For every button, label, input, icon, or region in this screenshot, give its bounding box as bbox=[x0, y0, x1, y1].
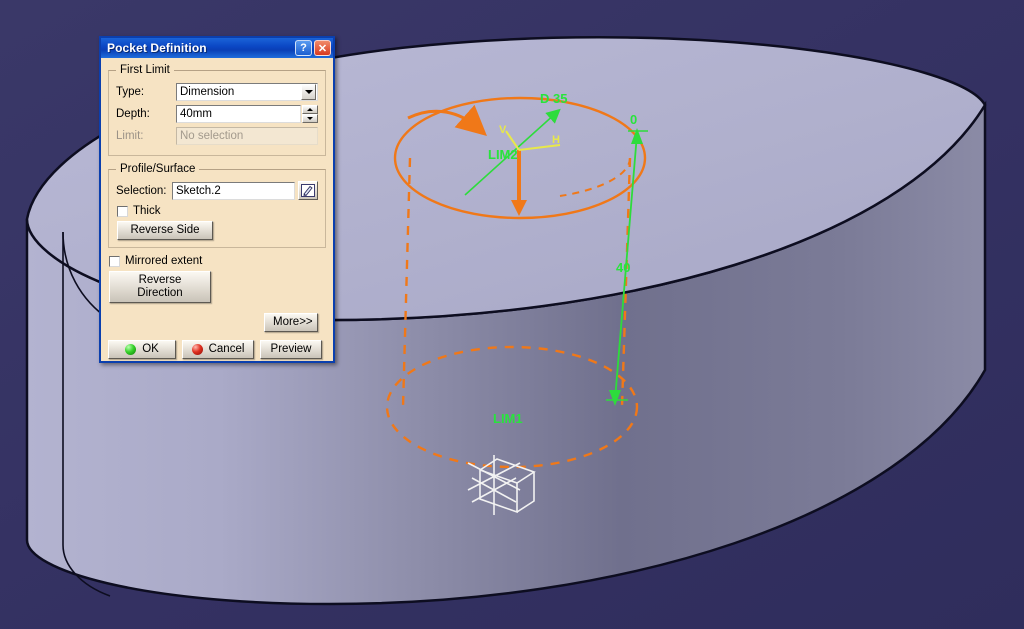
stepper-down-icon[interactable] bbox=[302, 113, 318, 123]
first-limit-group: First Limit Type: Dimension Depth: 40mm bbox=[108, 64, 326, 156]
depth-label: Depth: bbox=[116, 107, 150, 120]
type-label: Type: bbox=[116, 85, 145, 98]
sketch-pencil-icon[interactable] bbox=[298, 181, 318, 200]
dialog-titlebar[interactable]: Pocket Definition ? ✕ bbox=[101, 38, 333, 58]
limit1-label: LIM1 bbox=[493, 411, 523, 426]
depth-value-label: 40 bbox=[616, 260, 630, 275]
depth-input[interactable]: 40mm bbox=[176, 104, 301, 123]
mirrored-extent-checkbox[interactable] bbox=[109, 255, 120, 267]
dialog-footer: OK Cancel Preview bbox=[101, 332, 333, 359]
more-button[interactable]: More>> bbox=[264, 313, 318, 332]
cancel-button-label: Cancel bbox=[208, 343, 245, 355]
pencil-glyph bbox=[301, 184, 315, 197]
selection-input[interactable]: Sketch.2 bbox=[172, 181, 295, 200]
type-select[interactable]: Dimension bbox=[176, 82, 318, 101]
help-button[interactable]: ? bbox=[295, 40, 312, 56]
depth-row: Depth: 40mm bbox=[116, 104, 318, 123]
profile-surface-group: Profile/Surface Selection: Sketch.2 Thic… bbox=[108, 163, 326, 248]
ok-button[interactable]: OK bbox=[108, 340, 176, 359]
thick-label: Thick bbox=[133, 205, 161, 217]
reverse-direction-button[interactable]: Reverse Direction bbox=[109, 271, 211, 303]
depth-stepper[interactable] bbox=[302, 104, 318, 123]
reverse-side-button[interactable]: Reverse Side bbox=[117, 221, 213, 240]
thick-checkbox[interactable] bbox=[117, 205, 128, 217]
limit-input: No selection bbox=[176, 126, 318, 145]
mirrored-extent-row[interactable]: Mirrored extent bbox=[109, 255, 326, 267]
pocket-definition-dialog[interactable]: Pocket Definition ? ✕ First Limit Type: … bbox=[99, 36, 335, 363]
application-window: D 35 0 40 LIM2 LIM1 H V Pocket Definitio… bbox=[0, 0, 1024, 629]
type-row: Type: Dimension bbox=[116, 82, 318, 101]
depth-origin-label: 0 bbox=[630, 112, 637, 127]
sketch-axis-h-label: H bbox=[552, 134, 560, 146]
limit-label: Limit: bbox=[116, 129, 144, 142]
preview-button[interactable]: Preview bbox=[260, 340, 322, 359]
first-limit-legend: First Limit bbox=[120, 64, 170, 76]
selection-row: Selection: Sketch.2 bbox=[116, 181, 318, 200]
sketch-axis-v-label: V bbox=[499, 124, 507, 136]
dialog-title: Pocket Definition bbox=[107, 41, 207, 55]
diameter-dimension-label: D 35 bbox=[540, 91, 567, 106]
cancel-button[interactable]: Cancel bbox=[182, 340, 254, 359]
limit-row: Limit: No selection bbox=[116, 126, 318, 145]
thick-checkbox-row[interactable]: Thick bbox=[117, 205, 318, 217]
selection-label: Selection: bbox=[116, 184, 167, 197]
ok-button-label: OK bbox=[142, 343, 159, 355]
dialog-body: First Limit Type: Dimension Depth: 40mm bbox=[101, 58, 333, 332]
ok-status-orb-icon bbox=[125, 344, 137, 355]
chevron-down-icon[interactable] bbox=[301, 83, 316, 100]
close-icon[interactable]: ✕ bbox=[314, 40, 331, 56]
profile-surface-legend: Profile/Surface bbox=[120, 163, 196, 175]
mirrored-extent-label: Mirrored extent bbox=[125, 255, 203, 267]
limit2-label: LIM2 bbox=[488, 147, 518, 162]
cancel-status-orb-icon bbox=[191, 344, 203, 355]
type-select-value: Dimension bbox=[180, 85, 235, 98]
stepper-up-icon[interactable] bbox=[302, 104, 318, 114]
